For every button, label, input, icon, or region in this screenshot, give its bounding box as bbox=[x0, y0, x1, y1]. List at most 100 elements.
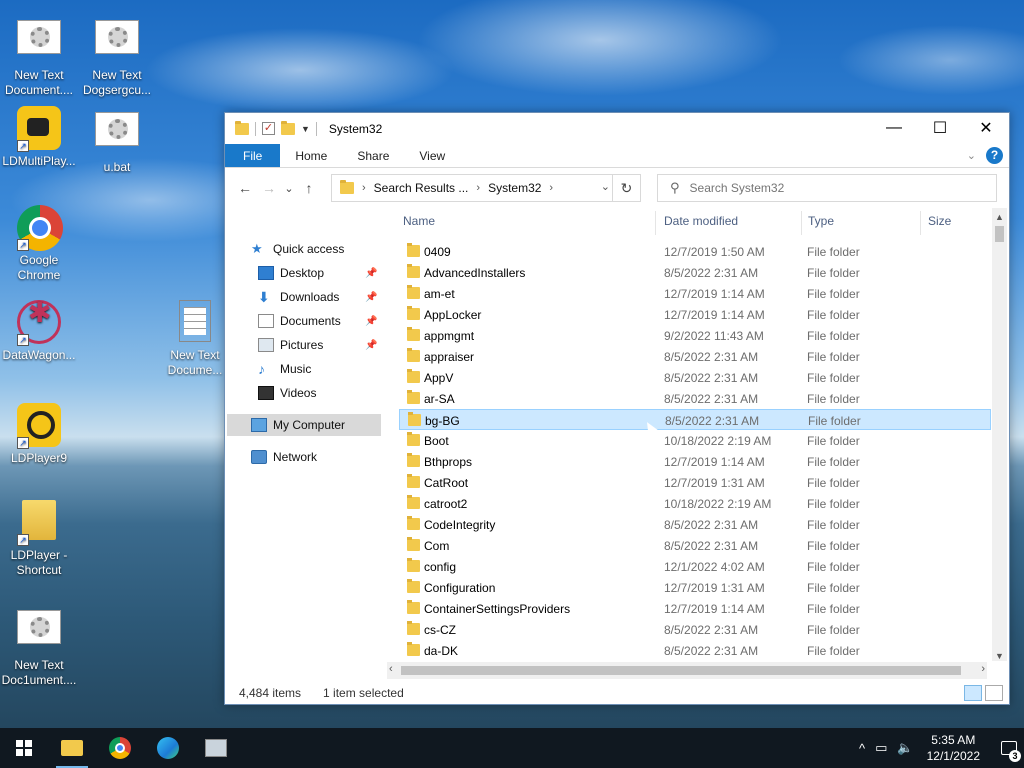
search-box[interactable]: ⚲ bbox=[657, 174, 997, 202]
start-button[interactable] bbox=[0, 728, 48, 768]
file-row[interactable]: Com 8/5/2022 2:31 AM File folder bbox=[399, 535, 991, 556]
nav-item-quick-access[interactable]: ★ Quick access bbox=[251, 238, 378, 260]
scroll-left-icon[interactable]: ‹ bbox=[389, 663, 393, 675]
nav-item-videos[interactable]: Videos bbox=[258, 382, 378, 404]
scroll-up-icon[interactable]: ▲ bbox=[995, 212, 1004, 222]
pin-icon[interactable]: 📌 bbox=[365, 268, 377, 279]
desktop-icon[interactable]: ↗ LDMultiPlay... bbox=[0, 106, 78, 169]
pin-icon[interactable]: 📌 bbox=[365, 316, 377, 327]
tab-file[interactable]: File bbox=[225, 144, 281, 167]
file-row[interactable]: bg-BG 8/5/2022 2:31 AM File folder bbox=[399, 409, 991, 430]
column-header-name[interactable]: Name bbox=[403, 214, 435, 234]
tab-home[interactable]: Home bbox=[280, 144, 342, 167]
help-icon[interactable]: ? bbox=[986, 147, 1003, 164]
chevron-right-icon[interactable]: › bbox=[549, 182, 553, 194]
file-row[interactable]: AdvancedInstallers 8/5/2022 2:31 AM File f… bbox=[399, 262, 991, 283]
file-row[interactable]: appraiser 8/5/2022 2:31 AM File folder bbox=[399, 346, 991, 367]
nav-item-documents[interactable]: Documents 📌 bbox=[258, 310, 378, 332]
nav-item-network[interactable]: Network bbox=[251, 446, 378, 468]
scroll-thumb[interactable] bbox=[995, 226, 1004, 242]
file-row[interactable]: am-et 12/7/2019 1:14 AM File folder bbox=[399, 283, 991, 304]
desktop-icon[interactable]: New Text Doc1ument.... bbox=[0, 604, 78, 688]
file-row[interactable]: cs-CZ 8/5/2022 2:31 AM File folder bbox=[399, 619, 991, 640]
horizontal-scrollbar[interactable]: ‹ › bbox=[387, 662, 987, 679]
network-icon[interactable]: ▭ bbox=[875, 740, 887, 756]
taskbar-chrome[interactable] bbox=[96, 728, 144, 768]
desktop-icon-label: LDMultiPlay... bbox=[2, 154, 76, 168]
file-row[interactable]: da-DK 8/5/2022 2:31 AM File folder bbox=[399, 640, 991, 661]
forward-button[interactable]: → bbox=[257, 176, 281, 200]
file-row[interactable]: catroot2 10/18/2022 2:19 AM File folder bbox=[399, 493, 991, 514]
chevron-up-icon[interactable]: ^ bbox=[859, 741, 865, 756]
nav-item-my-computer[interactable]: My Computer bbox=[227, 414, 381, 436]
minimize-button[interactable]: — bbox=[871, 113, 917, 143]
search-input[interactable] bbox=[689, 181, 980, 195]
column-divider[interactable] bbox=[920, 211, 921, 235]
properties-icon[interactable]: ✓ bbox=[262, 122, 275, 135]
recent-locations-button[interactable]: ⌄ bbox=[281, 176, 297, 200]
file-row[interactable]: appmgmt 9/2/2022 11:43 AM File folder bbox=[399, 325, 991, 346]
nav-item-pictures[interactable]: Pictures 📌 bbox=[258, 334, 378, 356]
address-dropdown-icon[interactable]: ⌄ bbox=[601, 180, 610, 193]
desktop-icon[interactable]: u.bat bbox=[78, 106, 156, 175]
breadcrumb-system32[interactable]: System32 bbox=[488, 181, 541, 195]
file-row[interactable]: Bthprops 12/7/2019 1:14 AM File folder bbox=[399, 451, 991, 472]
chevron-right-icon[interactable]: › bbox=[362, 182, 366, 194]
nav-item-desktop[interactable]: Desktop 📌 bbox=[258, 262, 378, 284]
file-row[interactable]: ContainerSettingsProviders 12/7/2019 1:14… bbox=[399, 598, 991, 619]
column-header-size[interactable]: Size bbox=[928, 214, 951, 234]
desktop-icon[interactable]: ↗ DataWagon... bbox=[0, 300, 78, 363]
pin-icon[interactable]: 📌 bbox=[365, 292, 377, 303]
file-row[interactable]: Boot 10/18/2022 2:19 AM File folder bbox=[399, 430, 991, 451]
file-row[interactable]: AppLocker 12/7/2019 1:14 AM File folder bbox=[399, 304, 991, 325]
nav-item-music[interactable]: ♪ Music bbox=[258, 358, 378, 380]
new-folder-icon[interactable] bbox=[281, 120, 295, 135]
pin-icon[interactable]: 📌 bbox=[365, 340, 377, 351]
desktop-icon[interactable]: ↗ LDPlayer - Shortcut bbox=[0, 500, 78, 578]
refresh-icon[interactable]: ↻ bbox=[612, 175, 640, 201]
desktop-icon[interactable]: New Text Docume... bbox=[156, 300, 234, 378]
up-button[interactable]: ↑ bbox=[297, 176, 321, 200]
file-row[interactable]: Configuration 12/7/2019 1:31 AM File folde… bbox=[399, 577, 991, 598]
close-button[interactable]: ✕ bbox=[963, 113, 1009, 143]
scroll-down-icon[interactable]: ▼ bbox=[995, 651, 1004, 661]
column-header-type[interactable]: Type bbox=[808, 214, 834, 234]
column-divider[interactable] bbox=[801, 211, 802, 235]
volume-icon[interactable]: 🔈 bbox=[897, 740, 913, 756]
vertical-scrollbar[interactable]: ▲ ▼ bbox=[992, 208, 1007, 661]
tab-share[interactable]: Share bbox=[342, 144, 404, 167]
expand-ribbon-chevron-icon[interactable]: ⌄ bbox=[967, 149, 976, 162]
documents-icon bbox=[258, 314, 274, 328]
desktop-icon-label: New Text Document.... bbox=[4, 68, 74, 97]
file-row[interactable]: CatRoot 12/7/2019 1:31 AM File folder bbox=[399, 472, 991, 493]
scroll-right-icon[interactable]: › bbox=[981, 663, 985, 675]
large-icons-view-icon[interactable] bbox=[985, 685, 1003, 701]
back-button[interactable]: ← bbox=[233, 176, 257, 200]
column-header-date[interactable]: Date modified bbox=[664, 214, 738, 234]
notification-button[interactable]: 3 bbox=[994, 728, 1024, 768]
details-view-icon[interactable] bbox=[964, 685, 982, 701]
desktop-icon[interactable]: New Text Document.... bbox=[0, 14, 78, 98]
file-row[interactable]: AppV 8/5/2022 2:31 AM File folder bbox=[399, 367, 991, 388]
file-row[interactable]: ar-SA 8/5/2022 2:31 AM File folder bbox=[399, 388, 991, 409]
desktop-icon[interactable]: ↗ LDPlayer9 bbox=[0, 403, 78, 466]
scroll-thumb[interactable] bbox=[401, 666, 961, 675]
breadcrumb-search-results[interactable]: Search Results ... bbox=[374, 181, 469, 195]
address-bar[interactable]: › Search Results ... › System32 › ⌄ ↻ bbox=[331, 174, 641, 202]
tab-view[interactable]: View bbox=[404, 144, 460, 167]
maximize-button[interactable]: ☐ bbox=[917, 113, 963, 143]
column-divider[interactable] bbox=[655, 211, 656, 235]
file-row[interactable]: config 12/1/2022 4:02 AM File folder bbox=[399, 556, 991, 577]
file-row[interactable]: CodeIntegrity 8/5/2022 2:31 AM File folder bbox=[399, 514, 991, 535]
desktop-icon[interactable]: New Text Dogsergcu... bbox=[78, 14, 156, 98]
customize-toolbar-chevron-icon[interactable]: ▼ bbox=[301, 124, 310, 134]
desktop-icon bbox=[258, 266, 274, 280]
clock[interactable]: 5:35 AM 12/1/2022 bbox=[927, 732, 980, 764]
taskbar-edge[interactable] bbox=[144, 728, 192, 768]
chevron-right-icon[interactable]: › bbox=[476, 182, 480, 194]
desktop-icon[interactable]: ↗ Google Chrome bbox=[0, 205, 78, 283]
taskbar-app[interactable] bbox=[192, 728, 240, 768]
file-row[interactable]: 0409 12/7/2019 1:50 AM File folder bbox=[399, 241, 991, 262]
nav-item-downloads[interactable]: ⬇ Downloads 📌 bbox=[258, 286, 378, 308]
taskbar-file-explorer[interactable] bbox=[48, 728, 96, 768]
